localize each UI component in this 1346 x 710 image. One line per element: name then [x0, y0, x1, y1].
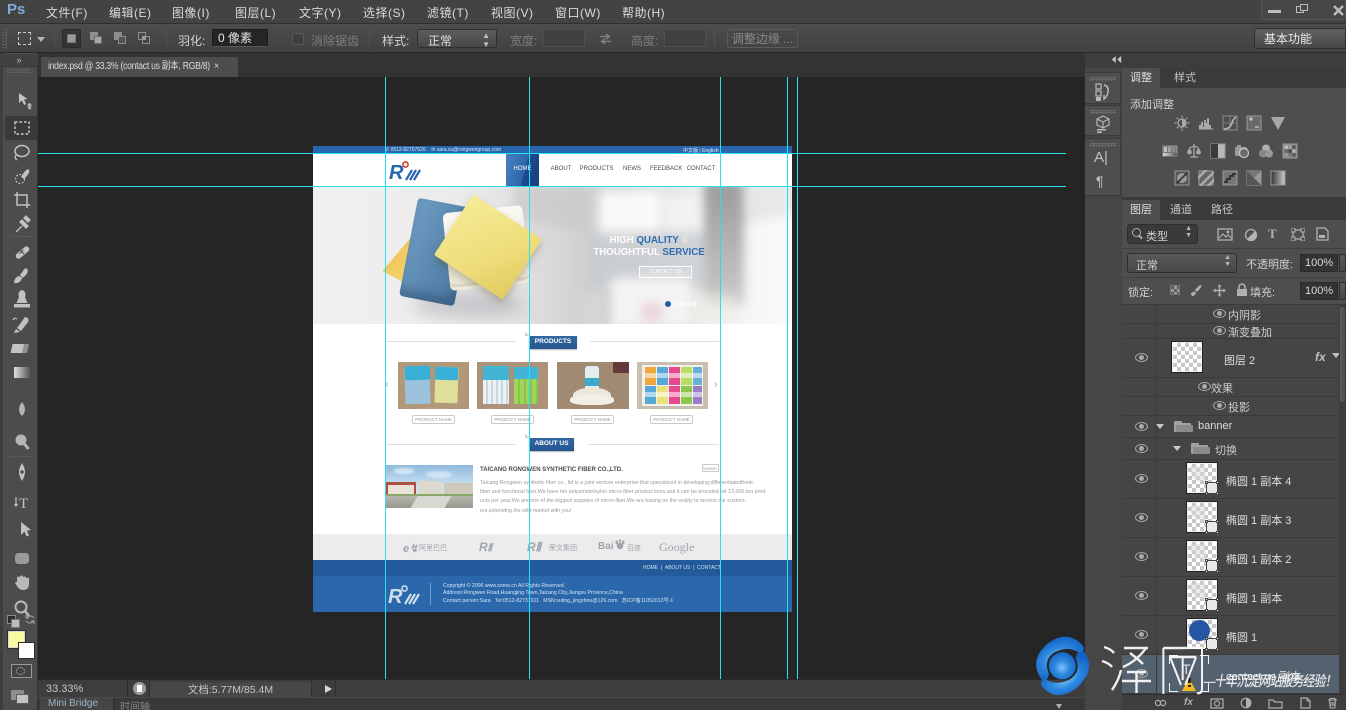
- svg-text:T: T: [19, 496, 28, 512]
- svg-text:R: R: [389, 162, 404, 183]
- svg-text:R: R: [388, 586, 403, 607]
